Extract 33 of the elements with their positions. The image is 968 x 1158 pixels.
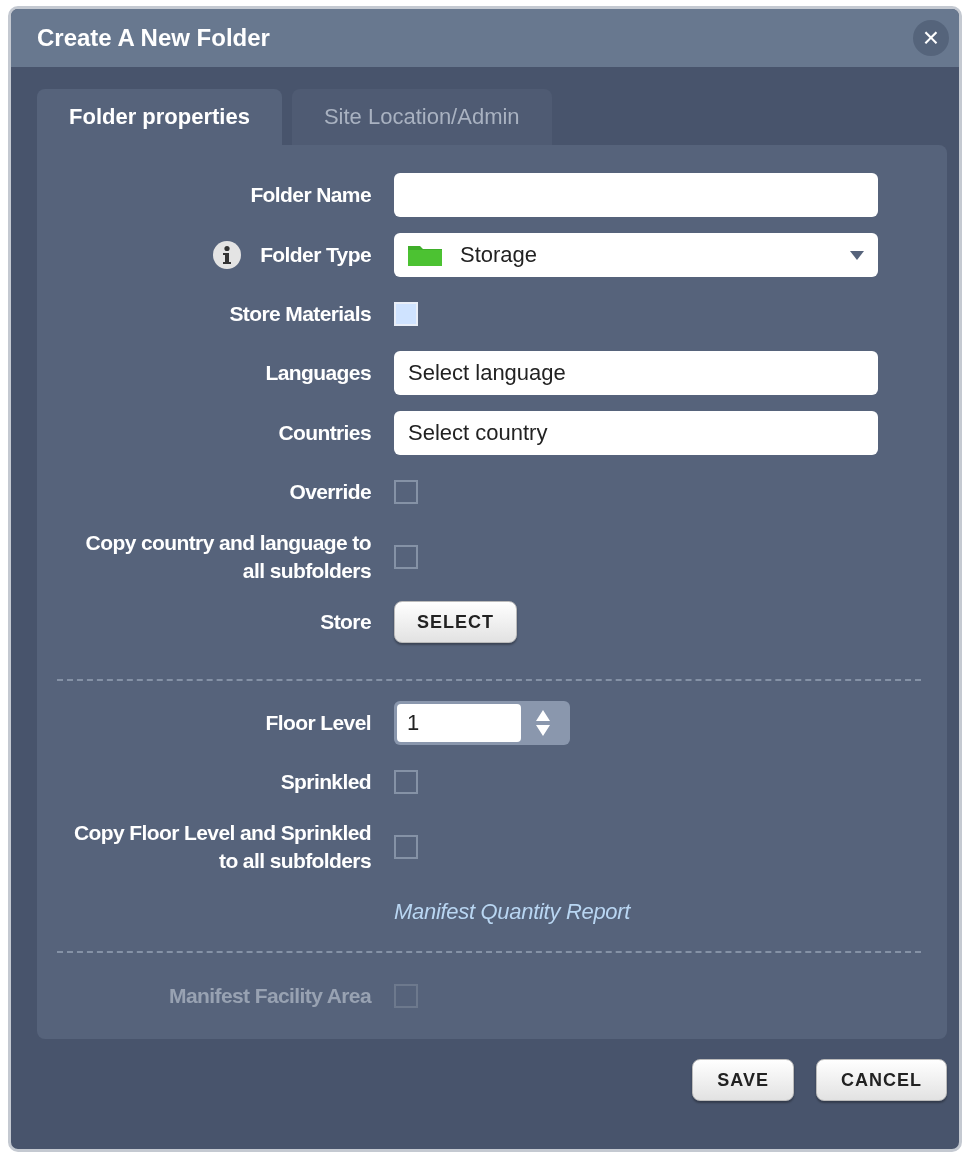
folder-type-dropdown[interactable]: Storage <box>394 233 878 277</box>
field-label: Copy country and language to all subfolders <box>84 530 371 584</box>
checkbox[interactable] <box>394 480 418 504</box>
select-field[interactable]: Select language <box>394 351 878 395</box>
field-label: Countries <box>278 420 371 446</box>
field-label: Floor Level <box>265 710 371 736</box>
number-spinner[interactable]: 1 <box>394 701 570 745</box>
field-label: Override <box>289 479 371 505</box>
select-field[interactable]: Select country <box>394 411 878 455</box>
window-title: Create A New Folder <box>37 24 270 52</box>
field-label: Folder Name <box>250 182 371 208</box>
checkbox[interactable] <box>394 545 418 569</box>
report-link[interactable]: Manifest Quantity Report <box>394 899 921 925</box>
info-icon[interactable] <box>212 240 243 270</box>
field-label: Manifest Facility Area <box>169 983 371 1009</box>
field-label: Copy Floor Level and Sprinkled to all subfolders <box>72 820 371 874</box>
field-label: Store <box>320 609 371 635</box>
folder-icon <box>408 244 442 266</box>
close-button[interactable]: × <box>913 20 949 56</box>
field-label: Languages <box>265 360 371 386</box>
checkbox[interactable] <box>394 770 418 794</box>
field-label: Folder Type <box>260 242 371 268</box>
tab[interactable]: Folder properties <box>37 89 282 145</box>
field-label: Store Materials <box>229 301 371 327</box>
footer-button[interactable]: SAVE <box>692 1059 794 1101</box>
number-field[interactable]: 1 <box>397 704 521 742</box>
select-button[interactable]: SELECT <box>394 601 517 643</box>
field-label: Sprinkled <box>280 769 371 795</box>
spin-arrows-icon[interactable] <box>535 710 551 736</box>
folder-name-field[interactable] <box>394 173 878 217</box>
checkbox[interactable] <box>394 835 418 859</box>
caret-icon <box>850 250 864 260</box>
footer-button[interactable]: CANCEL <box>816 1059 947 1101</box>
